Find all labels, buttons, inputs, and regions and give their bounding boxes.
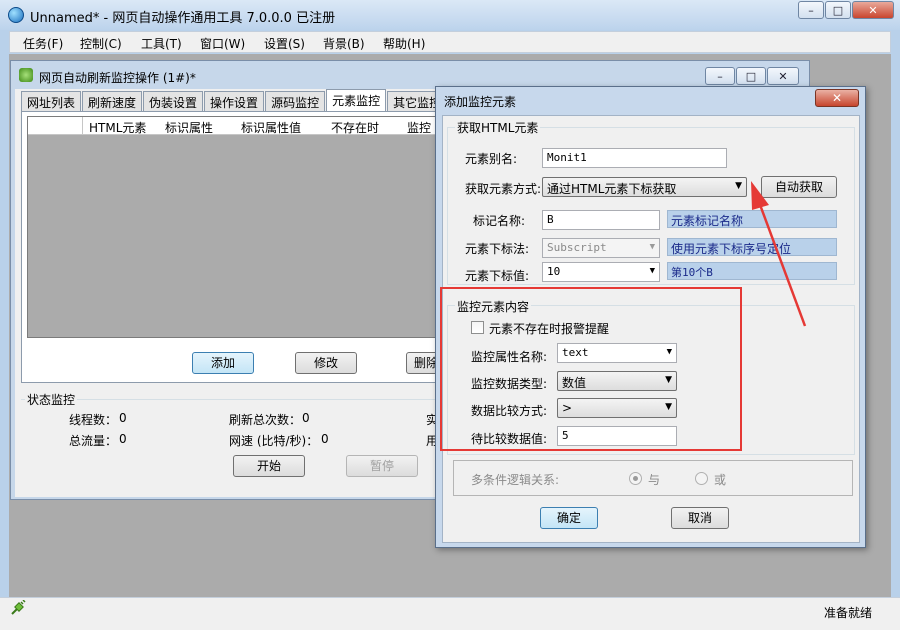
threads-value: 0	[119, 411, 127, 425]
tab-operation[interactable]: 操作设置	[204, 91, 265, 111]
auto-get-button[interactable]: 自动获取	[761, 176, 837, 198]
plug-icon	[11, 600, 26, 615]
menu-control[interactable]: 控制(C)	[80, 35, 122, 52]
menu-task[interactable]: 任务(F)	[23, 35, 63, 52]
main-window: Unnamed* - 网页自动操作通用工具 7.0.0.0 已注册 – □ ✕ …	[0, 0, 900, 630]
chevron-down-icon: ▼	[649, 242, 655, 252]
column-header[interactable]: HTML元素	[89, 119, 146, 136]
chevron-down-icon: ▼	[649, 266, 655, 276]
speed-value: 0	[321, 432, 329, 446]
child-minimize-button[interactable]: –	[705, 67, 735, 85]
tag-input[interactable]: B	[542, 210, 660, 230]
column-header[interactable]: 监控	[407, 119, 431, 136]
index-method-value: Subscript	[547, 241, 607, 254]
title-bar: Unnamed* - 网页自动操作通用工具 7.0.0.0 已注册 – □ ✕	[0, 0, 900, 30]
dialog-close-button[interactable]: ✕	[815, 89, 859, 107]
traffic-value: 0	[119, 432, 127, 446]
refresh-count-label: 刷新总次数：	[229, 413, 302, 427]
cancel-button[interactable]: 取消	[671, 507, 729, 529]
tab-element-monitor[interactable]: 元素监控	[326, 89, 387, 111]
tab-refresh-speed[interactable]: 刷新速度	[82, 91, 143, 111]
chevron-down-icon: ▼	[735, 181, 742, 191]
add-button[interactable]: 添加	[192, 352, 254, 374]
child-title-bar: 网页自动刷新监控操作 (1#)* – □ ✕	[11, 61, 809, 89]
column-header[interactable]: 标识属性	[165, 119, 213, 136]
method-select[interactable]: 通过HTML元素下标获取 ▼	[542, 177, 747, 197]
edit-button[interactable]: 修改	[295, 352, 357, 374]
index-select[interactable]: 10 ▼	[542, 262, 660, 282]
method-label: 获取元素方式:	[465, 182, 542, 196]
index-method-label: 元素下标法:	[465, 242, 530, 256]
tab-strip: 网址列表 刷新速度 伪装设置 操作设置 源码监控 元素监控 其它监控	[21, 89, 448, 111]
window-title: Unnamed* - 网页自动操作通用工具 7.0.0.0 已注册	[30, 11, 336, 26]
tag-hint: 元素标记名称	[667, 210, 837, 228]
logic-and-label[interactable]: 与	[648, 471, 660, 488]
tag-label: 标记名称:	[473, 214, 526, 228]
refresh-count-value: 0	[302, 411, 310, 425]
globe-icon	[8, 7, 24, 23]
index-hint: 第10个B	[667, 262, 837, 280]
ok-button[interactable]: 确定	[540, 507, 598, 529]
close-button[interactable]: ✕	[852, 1, 894, 19]
tab-disguise[interactable]: 伪装设置	[143, 91, 204, 111]
index-method-select[interactable]: Subscript ▼	[542, 238, 660, 258]
tab-url-list[interactable]: 网址列表	[21, 91, 82, 111]
threads-label: 线程数：	[69, 413, 118, 427]
green-page-icon	[19, 68, 33, 82]
status-text: 准备就绪	[823, 606, 872, 620]
child-title: 网页自动刷新监控操作 (1#)*	[39, 71, 196, 85]
menu-settings[interactable]: 设置(S)	[264, 35, 305, 52]
menu-bar: 任务(F) 控制(C) 工具(T) 窗口(W) 设置(S) 背景(B) 帮助(H…	[9, 31, 891, 53]
column-header[interactable]: 标识属性值	[241, 119, 301, 136]
pause-button[interactable]: 暂停	[346, 455, 418, 477]
annotation-box	[440, 287, 742, 451]
index-label: 元素下标值:	[465, 269, 530, 283]
status-group-label: 状态监控	[25, 391, 78, 408]
method-select-value: 通过HTML元素下标获取	[547, 182, 677, 196]
column-header[interactable]: 不存在时	[331, 119, 379, 136]
menu-help[interactable]: 帮助(H)	[383, 35, 425, 52]
start-button[interactable]: 开始	[233, 455, 305, 477]
menu-tools[interactable]: 工具(T)	[141, 35, 182, 52]
dialog-title-bar: 添加监控元素 ✕	[436, 87, 865, 113]
tab-source-monitor[interactable]: 源码监控	[265, 91, 326, 111]
logic-or-radio[interactable]	[695, 472, 708, 485]
minimize-button[interactable]: –	[798, 1, 824, 19]
logic-or-label[interactable]: 或	[714, 471, 726, 488]
menu-window[interactable]: 窗口(W)	[200, 35, 245, 52]
dialog-title: 添加监控元素	[444, 95, 517, 109]
status-bar	[0, 597, 900, 630]
index-method-hint: 使用元素下标序号定位	[667, 238, 837, 256]
index-value: 10	[547, 265, 561, 278]
logic-label: 多条件逻辑关系:	[471, 473, 560, 487]
logic-and-radio[interactable]	[629, 472, 642, 485]
maximize-button[interactable]: □	[825, 1, 851, 19]
speed-label: 网速 (比特/秒)：	[229, 434, 319, 448]
get-element-group-label: 获取HTML元素	[455, 119, 541, 136]
traffic-label: 总流量：	[69, 434, 118, 448]
alias-input[interactable]: Monit1	[542, 148, 727, 168]
menu-background[interactable]: 背景(B)	[323, 35, 365, 52]
child-maximize-button[interactable]: □	[736, 67, 766, 85]
child-close-button[interactable]: ✕	[767, 67, 799, 85]
alias-label: 元素别名:	[465, 152, 518, 166]
